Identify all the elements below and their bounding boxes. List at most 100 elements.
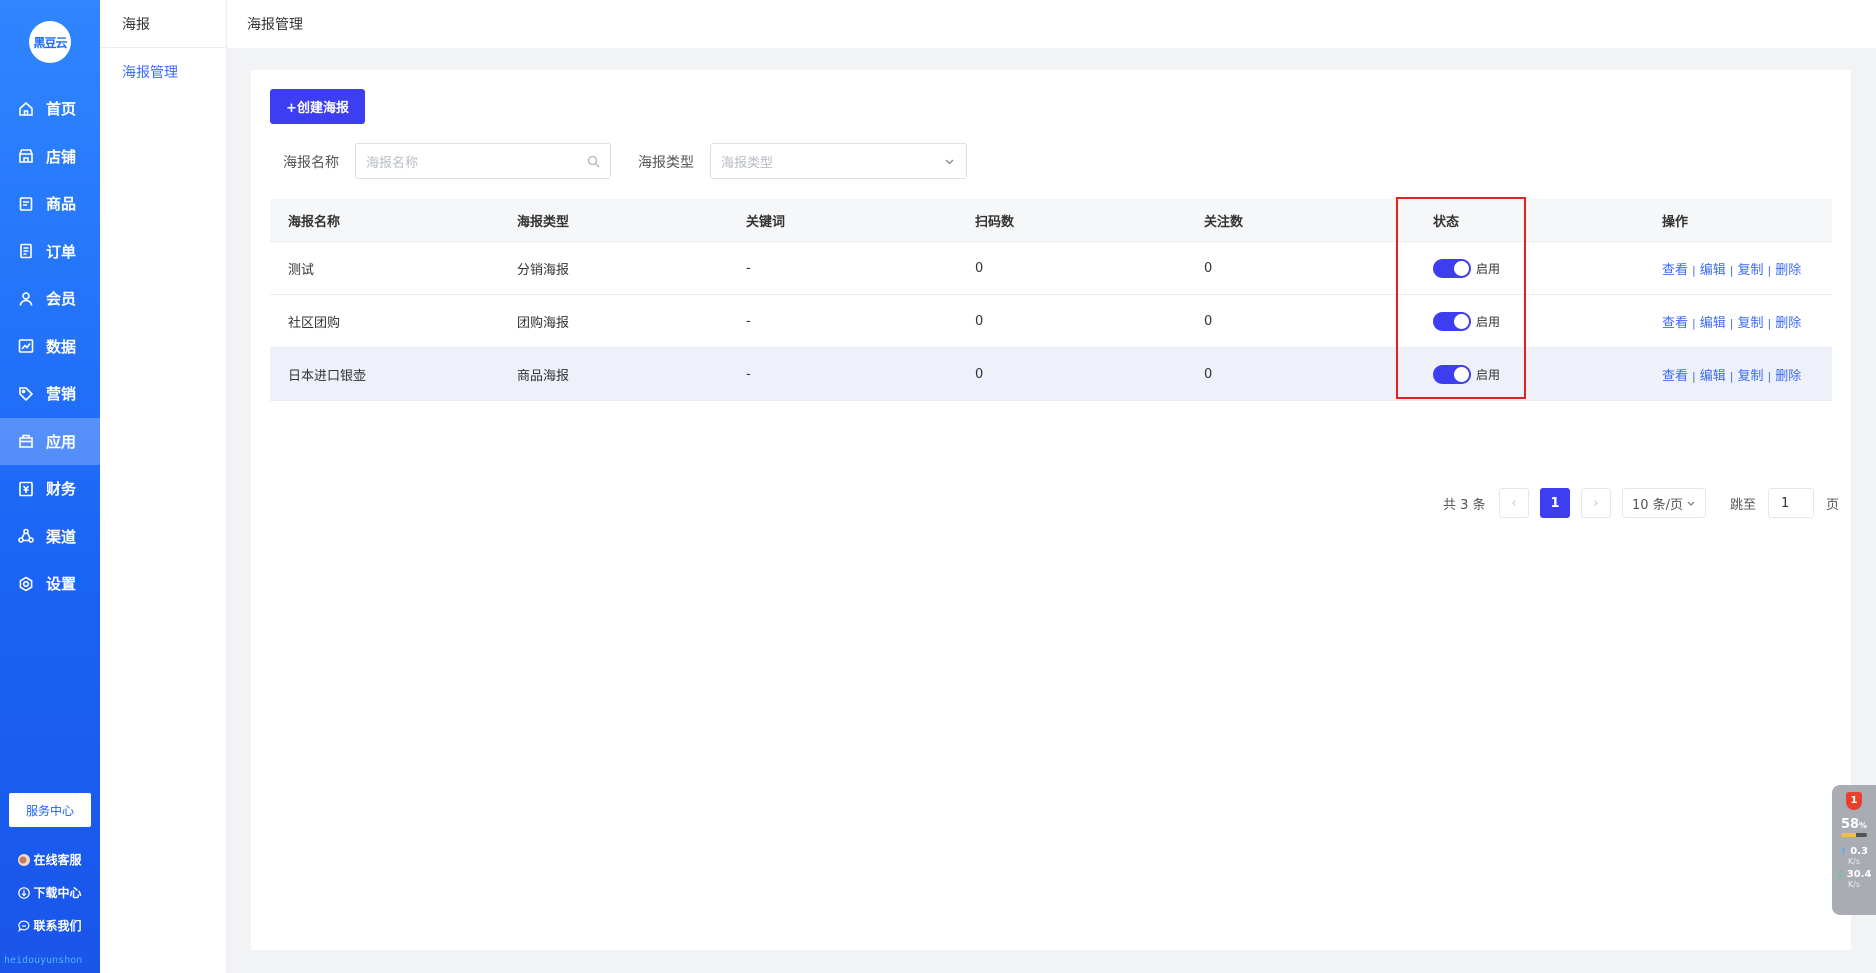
side-links: 在线客服 下载中心 联系我们: [0, 843, 100, 942]
prev-page-button[interactable]: ‹: [1499, 488, 1529, 518]
settings-icon: [19, 576, 33, 592]
nav-label: 财务: [46, 480, 77, 499]
delete-link[interactable]: 删除: [1775, 316, 1801, 331]
upload-speed: ↑ 0.3: [1840, 846, 1868, 857]
cell-follows: 0: [1204, 313, 1213, 329]
action-separator: |: [1692, 369, 1696, 383]
data-icon: [18, 339, 34, 354]
delete-link[interactable]: 删除: [1775, 369, 1801, 384]
cell-name: 测试: [288, 262, 315, 278]
nav-item-channel[interactable]: 渠道: [0, 513, 100, 561]
page-size-select[interactable]: 10 条/页: [1622, 488, 1706, 518]
nav-item-app[interactable]: 应用: [0, 417, 100, 465]
main-nav: 首页 店铺 商品 订单 会员 数据 营销 应用 财务 渠道 设置: [0, 85, 100, 608]
home-icon: [19, 101, 33, 116]
edit-link[interactable]: 编辑: [1700, 369, 1726, 384]
action-separator: |: [1729, 316, 1734, 330]
search-icon: [587, 155, 600, 168]
secondary-sidebar: 海报 海报管理: [100, 0, 227, 973]
channel-icon: [18, 528, 34, 544]
column-header-type: 海报类型: [517, 214, 570, 230]
pagination-total: 共 3 条: [1443, 497, 1486, 513]
poster-type-select[interactable]: 海报类型: [710, 143, 967, 179]
download-center-link[interactable]: 下载中心: [0, 876, 100, 909]
nav-item-data[interactable]: 数据: [0, 323, 100, 371]
cell-keyword: -: [746, 260, 751, 276]
status-toggle[interactable]: [1433, 364, 1471, 384]
cell-actions: 查看 | 编辑 | 复制 | 删除: [1644, 259, 1832, 278]
subnav-item-poster-management[interactable]: 海报管理: [100, 62, 226, 82]
action-separator: |: [1767, 369, 1772, 383]
goods-icon: [19, 196, 33, 211]
nav-label: 渠道: [46, 527, 77, 546]
create-poster-button[interactable]: +创建海报: [270, 89, 365, 124]
status-text: 启用: [1476, 261, 1501, 276]
nav-item-home[interactable]: 首页: [0, 85, 100, 133]
copy-link[interactable]: 复制: [1737, 316, 1763, 331]
download-speed-unit: K/s: [1847, 880, 1861, 889]
edit-link[interactable]: 编辑: [1700, 316, 1726, 331]
cell-keyword: -: [746, 313, 751, 329]
cell-follows: 0: [1204, 366, 1213, 382]
poster-name-input[interactable]: 海报名称: [355, 143, 611, 179]
cell-type: 商品海报: [517, 368, 570, 384]
nav-item-goods[interactable]: 商品: [0, 180, 100, 228]
delete-link[interactable]: 删除: [1775, 263, 1801, 278]
next-page-button[interactable]: ›: [1581, 488, 1611, 518]
nav-item-order[interactable]: 订单: [0, 228, 100, 276]
breadcrumb: 海报管理: [227, 0, 1876, 48]
view-link[interactable]: 查看: [1662, 369, 1688, 384]
nav-label: 订单: [46, 242, 77, 261]
nav-label: 应用: [46, 432, 77, 451]
poster-type-placeholder: 海报类型: [721, 155, 774, 171]
column-header-keyword: 关键词: [746, 214, 786, 230]
download-speed: ↓ 30.4: [1836, 869, 1872, 880]
nav-item-marketing[interactable]: 营销: [0, 370, 100, 418]
nav-item-settings[interactable]: 设置: [0, 560, 100, 608]
poster-name-label: 海报名称: [283, 155, 339, 171]
pagination: ‹ 1 › 10 条/页 跳至 1 页: [1499, 488, 1839, 518]
view-link[interactable]: 查看: [1662, 316, 1688, 331]
app-icon: [19, 434, 33, 449]
chevron-down-icon: [945, 159, 954, 165]
column-header-name: 海报名称: [288, 214, 341, 230]
jump-page-input[interactable]: 1: [1768, 488, 1815, 518]
nav-item-store[interactable]: 店铺: [0, 133, 100, 181]
page-button-1[interactable]: 1: [1540, 488, 1570, 518]
view-link[interactable]: 查看: [1662, 263, 1688, 278]
column-header-follows: 关注数: [1204, 214, 1244, 230]
action-separator: |: [1767, 263, 1772, 277]
brand-logo[interactable]: 黑豆云: [29, 21, 71, 63]
cell-name: 社区团购: [288, 315, 341, 331]
nav-label: 会员: [46, 290, 77, 309]
service-center-button[interactable]: 服务中心: [9, 793, 91, 827]
online-support-link[interactable]: 在线客服: [0, 843, 100, 876]
nav-item-finance[interactable]: 财务: [0, 465, 100, 513]
cell-type: 团购海报: [517, 315, 570, 331]
cell-scans: 0: [975, 260, 984, 276]
action-separator: |: [1767, 316, 1772, 330]
copy-link[interactable]: 复制: [1737, 263, 1763, 278]
brand-footer-text: heidouyunshon: [4, 955, 83, 966]
cell-status: 启用: [1415, 311, 1644, 331]
cell-status: 启用: [1415, 258, 1644, 278]
cell-name: 日本进口银壶: [288, 368, 367, 384]
copy-link[interactable]: 复制: [1737, 369, 1763, 384]
support-avatar-icon: [18, 853, 31, 866]
status-toggle[interactable]: [1433, 311, 1471, 331]
action-separator: |: [1729, 369, 1734, 383]
contact-us-link[interactable]: 联系我们: [0, 909, 100, 942]
edit-link[interactable]: 编辑: [1700, 263, 1726, 278]
shield-icon: 1: [1846, 792, 1862, 810]
nav-label: 店铺: [46, 147, 77, 166]
nav-item-member[interactable]: 会员: [0, 275, 100, 323]
status-toggle[interactable]: [1433, 258, 1471, 278]
table-row: 社区团购 团购海报 - 0 0 启用 查看 | 编辑 | 复制 | 删除: [270, 295, 1832, 348]
jump-label: 跳至: [1730, 497, 1757, 513]
nav-label: 首页: [46, 100, 77, 119]
cell-actions: 查看 | 编辑 | 复制 | 删除: [1644, 312, 1832, 331]
poster-type-label: 海报类型: [638, 155, 694, 171]
cpu-bar-fill: [1841, 833, 1857, 837]
system-monitor-widget[interactable]: 1 58% ↑ 0.3 K/s ↓ 30.4 K/s: [1832, 785, 1876, 915]
poster-table: 海报名称 海报类型 关键词 扫码数 关注数 状态 操作 测试 分销海报 - 0 …: [270, 199, 1832, 401]
